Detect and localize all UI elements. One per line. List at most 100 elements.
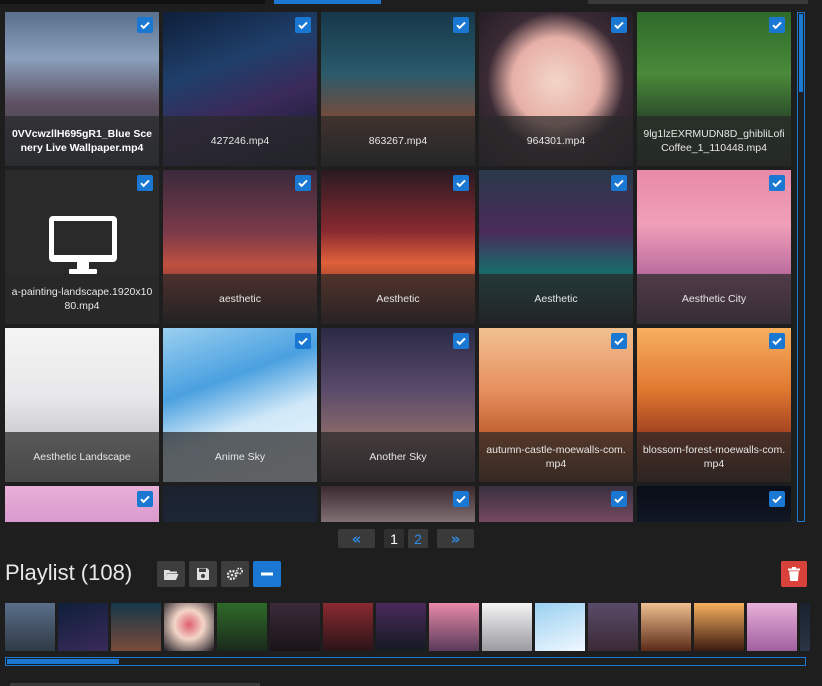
- wallpaper-tile[interactable]: [163, 486, 317, 522]
- open-folder-button[interactable]: [157, 561, 185, 587]
- checkmark-icon: [298, 21, 308, 30]
- tab-underline-active: [274, 0, 381, 4]
- top-tab-indicators: [0, 0, 822, 6]
- playlist-thumbnail[interactable]: [58, 603, 108, 651]
- wallpaper-tile[interactable]: autumn-castle-moewalls-com.mp4: [479, 328, 633, 482]
- wallpaper-tile[interactable]: [479, 486, 633, 522]
- playlist-thumbnail[interactable]: [217, 603, 267, 651]
- wallpaper-label: Aesthetic: [321, 274, 475, 324]
- wallpaper-label: 0VVcwzllH695gR1_Blue Scenery Live Wallpa…: [5, 116, 159, 166]
- wallpaper-thumbnail: [163, 486, 317, 522]
- minus-icon: [261, 572, 273, 576]
- wallpaper-tile[interactable]: a-painting-landscape.1920x1080.mp4: [5, 170, 159, 324]
- wallpaper-tile[interactable]: [5, 486, 159, 522]
- playlist-thumbnail[interactable]: [270, 603, 320, 651]
- save-icon: [197, 568, 209, 580]
- wallpaper-label: autumn-castle-moewalls-com.mp4: [479, 432, 633, 482]
- wallpaper-tile[interactable]: 427246.mp4: [163, 12, 317, 166]
- grid-scrollbar-thumb[interactable]: [799, 14, 803, 92]
- page-1-button[interactable]: 1: [384, 529, 404, 548]
- select-checkbox[interactable]: [611, 17, 627, 33]
- wallpaper-label: 9lg1lzEXRMUDN8D_ghibliLofiCoffee_1_11044…: [637, 116, 791, 166]
- select-checkbox[interactable]: [295, 175, 311, 191]
- playlist-thumbnail[interactable]: [800, 603, 810, 651]
- select-checkbox[interactable]: [453, 175, 469, 191]
- page-2-button[interactable]: 2: [408, 529, 428, 548]
- checkmark-icon: [140, 179, 150, 188]
- select-checkbox[interactable]: [137, 175, 153, 191]
- select-checkbox[interactable]: [769, 333, 785, 349]
- playlist-settings-button[interactable]: [221, 561, 249, 587]
- wallpaper-tile[interactable]: [321, 486, 475, 522]
- checkmark-icon: [772, 21, 782, 30]
- wallpaper-label: Another Sky: [321, 432, 475, 482]
- playlist-thumbnail[interactable]: [694, 603, 744, 651]
- checkmark-icon: [614, 21, 624, 30]
- select-checkbox[interactable]: [295, 17, 311, 33]
- wallpaper-tile[interactable]: Aesthetic: [479, 170, 633, 324]
- select-checkbox[interactable]: [769, 175, 785, 191]
- checkmark-icon: [140, 21, 150, 30]
- wallpaper-tile[interactable]: Another Sky: [321, 328, 475, 482]
- playlist-thumbnail[interactable]: [482, 603, 532, 651]
- wallpaper-tile[interactable]: Anime Sky: [163, 328, 317, 482]
- select-checkbox[interactable]: [769, 491, 785, 507]
- prev-page-button[interactable]: «: [338, 529, 375, 548]
- select-checkbox[interactable]: [453, 333, 469, 349]
- wallpaper-label: 964301.mp4: [479, 116, 633, 166]
- grid-scrollbar[interactable]: [797, 12, 805, 522]
- checkmark-icon: [298, 337, 308, 346]
- wallpaper-thumbnail: [479, 486, 633, 522]
- wallpaper-tile[interactable]: [637, 486, 791, 522]
- playlist-thumbnail[interactable]: [641, 603, 691, 651]
- select-checkbox[interactable]: [137, 17, 153, 33]
- playlist-thumbnail[interactable]: [164, 603, 214, 651]
- select-checkbox[interactable]: [769, 17, 785, 33]
- collapse-playlist-button[interactable]: [253, 561, 281, 587]
- wallpaper-tile[interactable]: Aesthetic City: [637, 170, 791, 324]
- settings-icon: [226, 567, 243, 581]
- playlist-thumbnail-strip[interactable]: [5, 603, 810, 651]
- checkmark-icon: [772, 495, 782, 504]
- wallpaper-tile[interactable]: 9lg1lzEXRMUDN8D_ghibliLofiCoffee_1_11044…: [637, 12, 791, 166]
- playlist-thumbnail[interactable]: [535, 603, 585, 651]
- delete-playlist-button[interactable]: [781, 561, 807, 587]
- playlist-thumbnail[interactable]: [323, 603, 373, 651]
- playlist-thumbnail[interactable]: [376, 603, 426, 651]
- wallpaper-tile[interactable]: 0VVcwzllH695gR1_Blue Scenery Live Wallpa…: [5, 12, 159, 166]
- select-checkbox[interactable]: [611, 175, 627, 191]
- checkmark-icon: [772, 337, 782, 346]
- select-checkbox[interactable]: [295, 333, 311, 349]
- save-playlist-button[interactable]: [189, 561, 217, 587]
- wallpaper-label: Anime Sky: [163, 432, 317, 482]
- wallpaper-label: Aesthetic City: [637, 274, 791, 324]
- next-page-button[interactable]: »: [437, 529, 474, 548]
- wallpaper-tile[interactable]: aesthetic: [163, 170, 317, 324]
- checkmark-icon: [614, 179, 624, 188]
- wallpaper-label: aesthetic: [163, 274, 317, 324]
- wallpaper-tile[interactable]: blossom-forest-moewalls-com.mp4: [637, 328, 791, 482]
- checkmark-icon: [614, 337, 624, 346]
- playlist-thumbnail[interactable]: [429, 603, 479, 651]
- tab-underline: [588, 0, 808, 4]
- playlist-thumbnail[interactable]: [588, 603, 638, 651]
- wallpaper-thumbnail: [5, 486, 159, 522]
- pagination: « 1 2 »: [0, 529, 822, 549]
- playlist-thumbnail[interactable]: [5, 603, 55, 651]
- wallpaper-tile[interactable]: 863267.mp4: [321, 12, 475, 166]
- select-checkbox[interactable]: [611, 333, 627, 349]
- playlist-thumbnail[interactable]: [111, 603, 161, 651]
- playlist-thumbnail[interactable]: [747, 603, 797, 651]
- select-checkbox[interactable]: [453, 491, 469, 507]
- playlist-scrollbar[interactable]: [5, 657, 806, 666]
- select-checkbox[interactable]: [453, 17, 469, 33]
- wallpaper-label: 427246.mp4: [163, 116, 317, 166]
- select-checkbox[interactable]: [611, 491, 627, 507]
- playlist-scrollbar-thumb[interactable]: [7, 659, 119, 664]
- wallpaper-tile[interactable]: Aesthetic: [321, 170, 475, 324]
- wallpaper-label: 863267.mp4: [321, 116, 475, 166]
- select-checkbox[interactable]: [137, 491, 153, 507]
- checkmark-icon: [772, 179, 782, 188]
- wallpaper-tile[interactable]: Aesthetic Landscape: [5, 328, 159, 482]
- wallpaper-tile[interactable]: 964301.mp4: [479, 12, 633, 166]
